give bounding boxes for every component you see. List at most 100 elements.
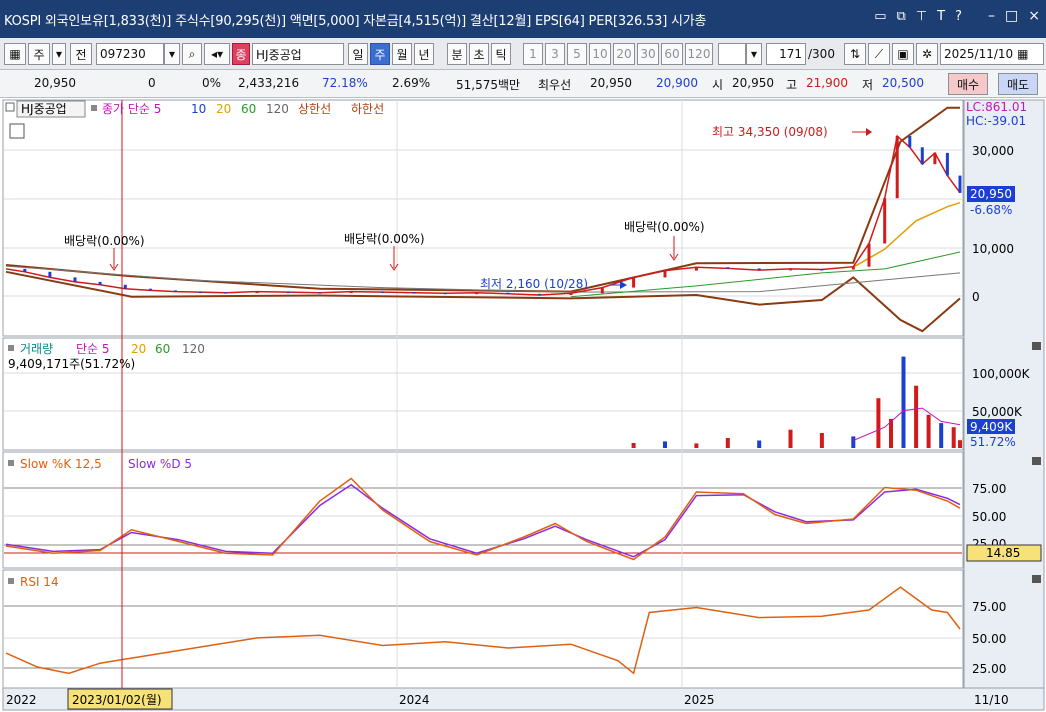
toolbar: ▦ 주 ▾ 전 097230 ▾ ⌕ ◂▾ 종 HJ중공업 일 주 월 년 분 … (0, 38, 1046, 70)
period-minute[interactable]: 분 (447, 43, 467, 65)
price-candle (506, 292, 510, 295)
window-title: KOSPI 외국인보유[1,833(천)] 주식수[90,295(천)] 액면[… (4, 13, 707, 29)
period-month[interactable]: 월 (392, 43, 412, 65)
search-icon[interactable]: ⌕ (182, 43, 202, 65)
save-icon[interactable]: ▣ (892, 43, 914, 65)
layout-icon[interactable]: ▭ (874, 9, 886, 24)
count-input[interactable]: 171 (766, 43, 806, 65)
axis-vol-now: 9,409K (970, 420, 1013, 434)
price-candle (933, 152, 937, 165)
interval-3[interactable]: 3 (545, 43, 565, 65)
chart-area[interactable]: HJ중공업 종가 단순 5 10 20 60 120 상한선 하한선 최고 34… (0, 98, 1046, 712)
volume-legend-icon (8, 345, 14, 351)
price-candle (123, 284, 127, 289)
copy-window-icon[interactable]: ⧉ (897, 9, 906, 24)
legend-box-icon (5, 102, 15, 112)
volume-bar (851, 436, 856, 448)
sell-button[interactable]: 매도 (998, 73, 1038, 95)
price-candle (199, 291, 203, 294)
interval-dropdown-icon[interactable]: ▾ (746, 43, 762, 65)
x-label-right-date: 11/10 (974, 693, 1009, 707)
maximize-button[interactable]: □ (1005, 8, 1018, 24)
interval-120[interactable]: 120 (685, 43, 713, 65)
stoch-legend-d[interactable]: Slow %D 5 (128, 457, 192, 471)
draw-tool-icon[interactable]: ⟋ (868, 43, 890, 65)
quote-turnover: 2.69% (392, 76, 431, 90)
interval-20[interactable]: 20 (613, 43, 635, 65)
close-button[interactable]: × (1028, 8, 1040, 24)
volume-close-icon[interactable] (1032, 342, 1041, 350)
volume-bar (757, 440, 762, 448)
interval-10[interactable]: 10 (589, 43, 611, 65)
axis-rsi-25: 25.00 (972, 662, 1006, 676)
sound-icon[interactable]: ◂▾ (204, 43, 230, 65)
period-week[interactable]: 주 (370, 43, 390, 65)
price-candle (443, 292, 447, 295)
price-candle (726, 267, 730, 269)
stock-name-field[interactable]: HJ중공업 (252, 43, 344, 65)
window-buttons: – □ × (988, 8, 1040, 24)
period-day[interactable]: 일 (348, 43, 368, 65)
code-dropdown-icon[interactable]: ▾ (164, 43, 180, 65)
period-second[interactable]: 초 (469, 43, 489, 65)
buy-button[interactable]: 매수 (948, 73, 988, 95)
indicator-icon[interactable]: ⇅ (844, 43, 866, 65)
stoch-close-icon[interactable] (1032, 457, 1041, 465)
price-candle (286, 291, 290, 294)
price-candle (867, 243, 871, 267)
gear-icon[interactable]: ✲ (916, 43, 938, 65)
interval-5[interactable]: 5 (567, 43, 587, 65)
volume-legend-20: 20 (131, 342, 146, 356)
volume-bar (631, 443, 636, 448)
quote-amount: 51,575백만 (456, 78, 521, 92)
quote-best-ask: 20,950 (590, 76, 632, 90)
volume-bar (939, 423, 944, 448)
prev-label[interactable]: 전 (70, 43, 92, 65)
rsi-legend-name[interactable]: RSI 14 (20, 575, 59, 589)
cursor-date: 2023/01/02(월) (72, 693, 162, 707)
main-label[interactable]: 주 (28, 43, 50, 65)
period-year[interactable]: 년 (414, 43, 434, 65)
table-toggle-icon[interactable] (9, 123, 25, 139)
interval-1[interactable]: 1 (523, 43, 543, 65)
window-titlebar: KOSPI 외국인보유[1,833(천)] 주식수[90,295(천)] 액면[… (0, 0, 1046, 38)
price-candle (958, 175, 962, 193)
stock-code-input[interactable]: 097230 (96, 43, 164, 65)
price-candle (632, 277, 636, 288)
x-label-2022: 2022 (6, 693, 37, 707)
rsi-legend-icon (8, 578, 14, 584)
annotation-dividend-2: 배당락(0.00%) (344, 232, 425, 246)
stoch-legend-k[interactable]: Slow %K 12,5 (20, 457, 102, 471)
price-candle (908, 136, 912, 148)
title-icons: ▭ ⧉ ⊤ T ? (874, 9, 962, 24)
quote-open: 20,950 (732, 76, 774, 90)
price-candle (349, 291, 353, 294)
quote-change-pct: 0% (202, 76, 222, 90)
font-icon[interactable]: T (937, 9, 945, 24)
help-icon[interactable]: ? (955, 9, 962, 24)
legend-ma[interactable]: 종가 단순 5 (102, 102, 161, 116)
settings-icon[interactable]: ▦ (4, 43, 26, 65)
pin-icon[interactable]: ⊤ (916, 9, 927, 24)
axis-stoch-now: 14.85 (986, 546, 1020, 560)
volume-panel (2, 337, 964, 451)
price-candle (148, 288, 152, 291)
interval-30[interactable]: 30 (637, 43, 659, 65)
quote-low-label: 저 (862, 78, 874, 92)
quote-best-label: 최우선 (538, 78, 572, 92)
price-candle (224, 292, 228, 294)
count-max: /300 (808, 47, 835, 61)
price-candle (851, 266, 855, 270)
interval-60[interactable]: 60 (661, 43, 683, 65)
axis-vol-100000: 100,000K (972, 367, 1031, 381)
date-field[interactable]: 2025/11/10 ▦ (940, 43, 1044, 65)
period-tick[interactable]: 틱 (491, 43, 511, 65)
rsi-close-icon[interactable] (1032, 575, 1041, 583)
minimize-button[interactable]: – (988, 8, 995, 24)
volume-legend-name[interactable]: 거래량 (20, 342, 53, 356)
volume-bar (819, 433, 824, 448)
axis-price-pct: -6.68% (970, 203, 1012, 217)
interval-custom-input[interactable] (718, 43, 746, 65)
main-dropdown-icon[interactable]: ▾ (52, 43, 66, 65)
calendar-icon[interactable]: ▦ (1017, 47, 1028, 61)
